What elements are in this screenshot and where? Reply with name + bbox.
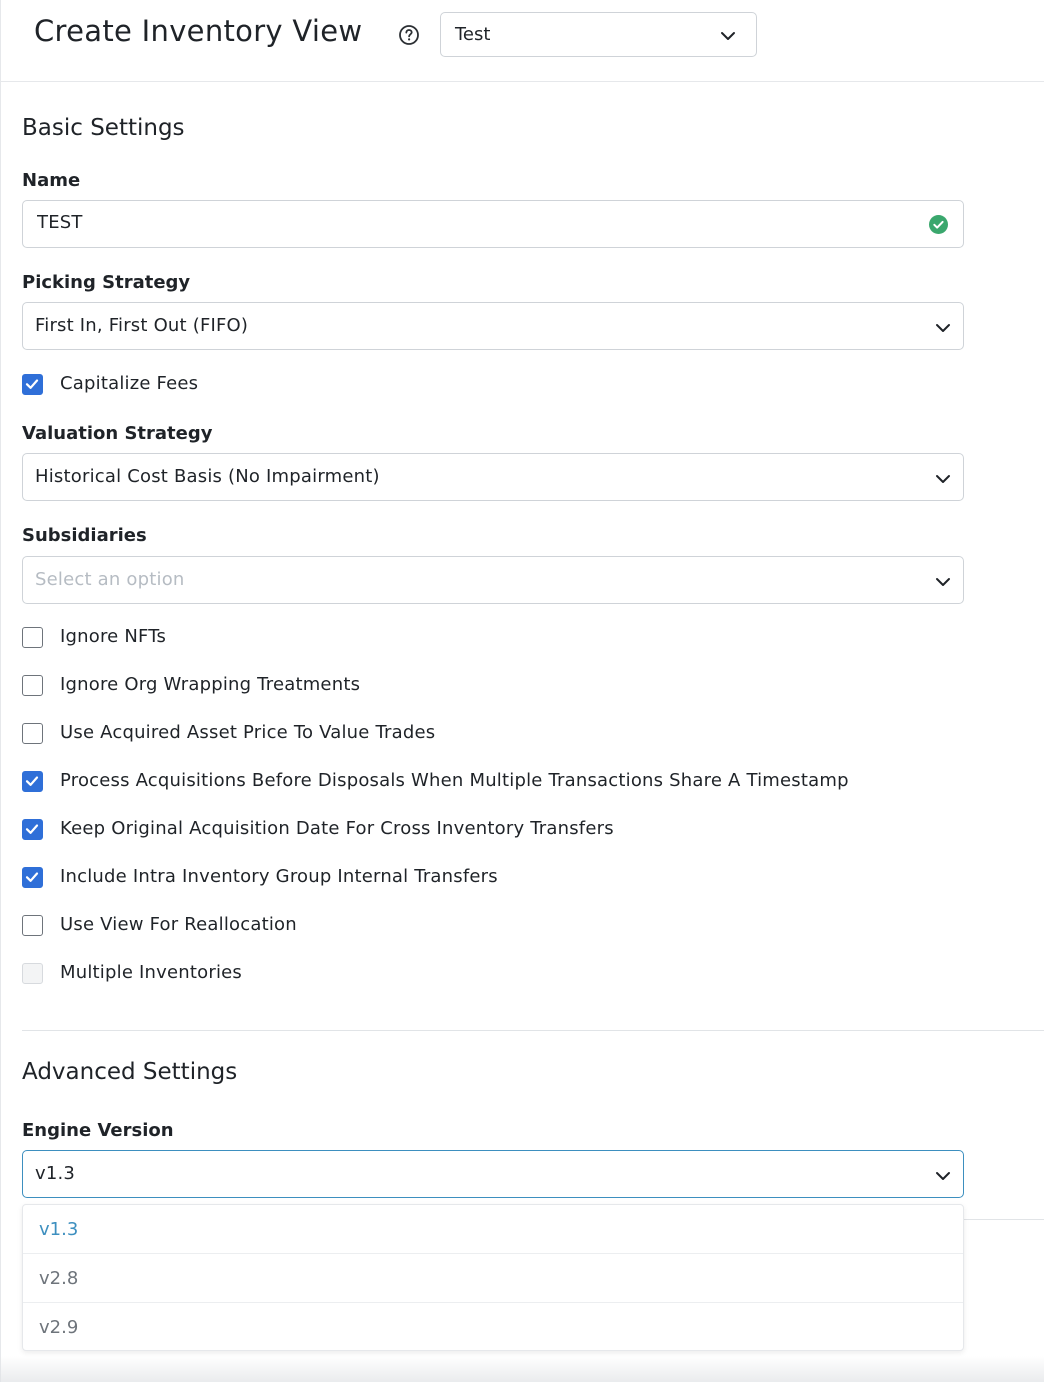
ignore-nfts-checkbox[interactable] [22,627,43,648]
engine-option-v1-3[interactable]: v1.3 [23,1205,963,1254]
engine-version-value: v1.3 [35,1163,76,1184]
valuation-strategy-value: Historical Cost Basis (No Impairment) [35,466,380,487]
check-circle-icon [929,215,948,234]
chevron-down-icon [935,471,951,485]
chevron-down-icon [935,574,951,588]
inventory-view-select-value: Test [455,24,491,45]
engine-option-label: v2.9 [39,1317,79,1338]
keep-original-acquisition-date-checkbox[interactable] [22,819,43,840]
use-view-for-reallocation-label: Use View For Reallocation [60,914,297,935]
help-circle-icon[interactable] [398,24,420,46]
valuation-strategy-select[interactable]: Historical Cost Basis (No Impairment) [22,453,964,501]
left-border [0,0,1,1382]
chevron-down-icon [935,320,951,334]
engine-option-v2-8[interactable]: v2.8 [23,1254,963,1303]
valuation-strategy-label: Valuation Strategy [22,423,213,444]
capitalize-fees-checkbox[interactable] [22,374,43,395]
process-acquisitions-first-label: Process Acquisitions Before Disposals Wh… [60,770,849,791]
engine-option-label: v2.8 [39,1268,79,1289]
subsidiaries-label: Subsidiaries [22,525,147,546]
ignore-org-wrapping-checkbox[interactable] [22,675,43,696]
advanced-settings-title: Advanced Settings [22,1059,238,1085]
ignore-org-wrapping-label: Ignore Org Wrapping Treatments [60,674,361,695]
engine-option-v2-9[interactable]: v2.9 [23,1303,963,1352]
ignore-nfts-label: Ignore NFTs [60,626,167,647]
chevron-down-icon [935,1168,951,1182]
name-field[interactable] [22,200,964,248]
picking-strategy-select[interactable]: First In, First Out (FIFO) [22,302,964,350]
section-divider [22,1030,1044,1031]
engine-version-label: Engine Version [22,1120,174,1141]
multiple-inventories-checkbox [22,963,43,984]
page-header: Create Inventory View Test [0,0,1044,82]
subsidiaries-placeholder: Select an option [35,569,185,590]
multiple-inventories-label: Multiple Inventories [60,962,242,983]
use-view-for-reallocation-checkbox[interactable] [22,915,43,936]
divider-segment [964,1219,1044,1220]
picking-strategy-label: Picking Strategy [22,272,191,293]
engine-version-menu: v1.3 v2.8 v2.9 [22,1204,964,1351]
use-acquired-asset-price-checkbox[interactable] [22,723,43,744]
process-acquisitions-first-checkbox[interactable] [22,771,43,792]
bottom-shadow [0,1356,1044,1382]
engine-version-select[interactable]: v1.3 [22,1150,964,1198]
name-input[interactable] [37,212,917,233]
name-label: Name [22,170,81,191]
basic-settings-title: Basic Settings [22,115,185,141]
inventory-view-select[interactable]: Test [440,12,757,57]
chevron-down-icon [720,28,736,42]
capitalize-fees-label: Capitalize Fees [60,373,199,394]
include-intra-inventory-transfers-checkbox[interactable] [22,867,43,888]
page-title: Create Inventory View [34,14,363,48]
use-acquired-asset-price-label: Use Acquired Asset Price To Value Trades [60,722,436,743]
include-intra-inventory-transfers-label: Include Intra Inventory Group Internal T… [60,866,498,887]
picking-strategy-value: First In, First Out (FIFO) [35,315,249,336]
engine-option-label: v1.3 [39,1219,79,1240]
subsidiaries-select[interactable]: Select an option [22,556,964,604]
keep-original-acquisition-date-label: Keep Original Acquisition Date For Cross… [60,818,614,839]
